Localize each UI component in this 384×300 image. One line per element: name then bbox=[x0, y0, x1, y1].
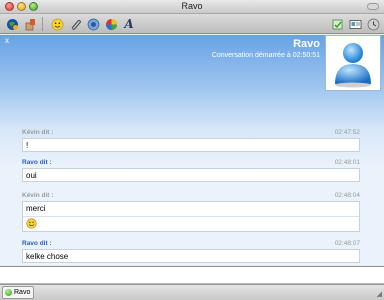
message-text: kelke chose bbox=[26, 252, 69, 261]
resize-grip-icon[interactable]: ◢ bbox=[377, 290, 382, 298]
chat-window: Ravo A x Ravo Conversation démarrée à 02… bbox=[0, 0, 384, 300]
buddy-avatar-icon bbox=[335, 43, 371, 88]
message-divider bbox=[23, 216, 359, 217]
message-time: 02:48:01 bbox=[334, 159, 360, 166]
message-text: merci bbox=[26, 204, 46, 213]
message-sender: Kévin dit : bbox=[22, 192, 54, 199]
conversation-start-time: Conversation démarrée à 02:50:51 bbox=[211, 52, 320, 59]
history-icon[interactable] bbox=[366, 17, 380, 31]
message-header: Kévin dit : 02:47:52 bbox=[22, 129, 360, 138]
title-bar: Ravo bbox=[0, 0, 384, 14]
message-header: Ravo dit : 02:48:01 bbox=[22, 159, 360, 168]
message-header: Ravo dit : 02:48:07 bbox=[22, 240, 360, 249]
message-input[interactable] bbox=[0, 266, 384, 284]
color-icon[interactable] bbox=[104, 17, 118, 31]
message-sender: Ravo dit : bbox=[22, 240, 52, 247]
message-bubble: oui bbox=[22, 168, 360, 182]
message-text: ! bbox=[26, 141, 29, 150]
profile-icon[interactable] bbox=[23, 17, 37, 31]
online-status-icon bbox=[5, 289, 12, 296]
message-bubble: kelke chose bbox=[22, 249, 360, 263]
tab-label: Ravo bbox=[14, 289, 31, 296]
message-text: oui bbox=[26, 171, 37, 180]
tab-ravo[interactable]: Ravo bbox=[2, 286, 34, 299]
block-icon[interactable] bbox=[86, 17, 100, 31]
attach-file-icon[interactable] bbox=[68, 17, 82, 31]
toolbar-toggle-button[interactable] bbox=[367, 3, 379, 10]
message-bubble: ! bbox=[22, 138, 360, 152]
info-card-icon[interactable] bbox=[348, 17, 362, 31]
message-sender: Ravo dit : bbox=[22, 159, 52, 166]
contact-name: Ravo bbox=[293, 38, 320, 50]
message-time: 02:47:52 bbox=[334, 129, 360, 136]
account-globe-icon[interactable] bbox=[5, 17, 19, 31]
window-title: Ravo bbox=[181, 1, 203, 11]
message-sender: Kévin dit : bbox=[22, 129, 54, 136]
message-bubble: merci bbox=[22, 201, 360, 232]
emoticon-icon[interactable] bbox=[50, 17, 64, 31]
message-time: 02:48:04 bbox=[334, 192, 360, 199]
tab-bar: Ravo ◢ bbox=[0, 284, 384, 300]
toolbar-separator bbox=[42, 17, 43, 31]
close-conversation-button[interactable]: x bbox=[5, 36, 9, 45]
contact-avatar bbox=[325, 35, 381, 91]
message-header: Kévin dit : 02:48:04 bbox=[22, 192, 360, 201]
toolbar: A bbox=[0, 14, 384, 34]
smiley-icon bbox=[26, 218, 37, 231]
message-time: 02:48:07 bbox=[334, 240, 360, 247]
conversation-area[interactable]: x Ravo Conversation démarrée à 02:50:51 … bbox=[0, 35, 384, 265]
font-icon[interactable]: A bbox=[122, 17, 136, 31]
send-file-icon[interactable] bbox=[330, 17, 344, 31]
